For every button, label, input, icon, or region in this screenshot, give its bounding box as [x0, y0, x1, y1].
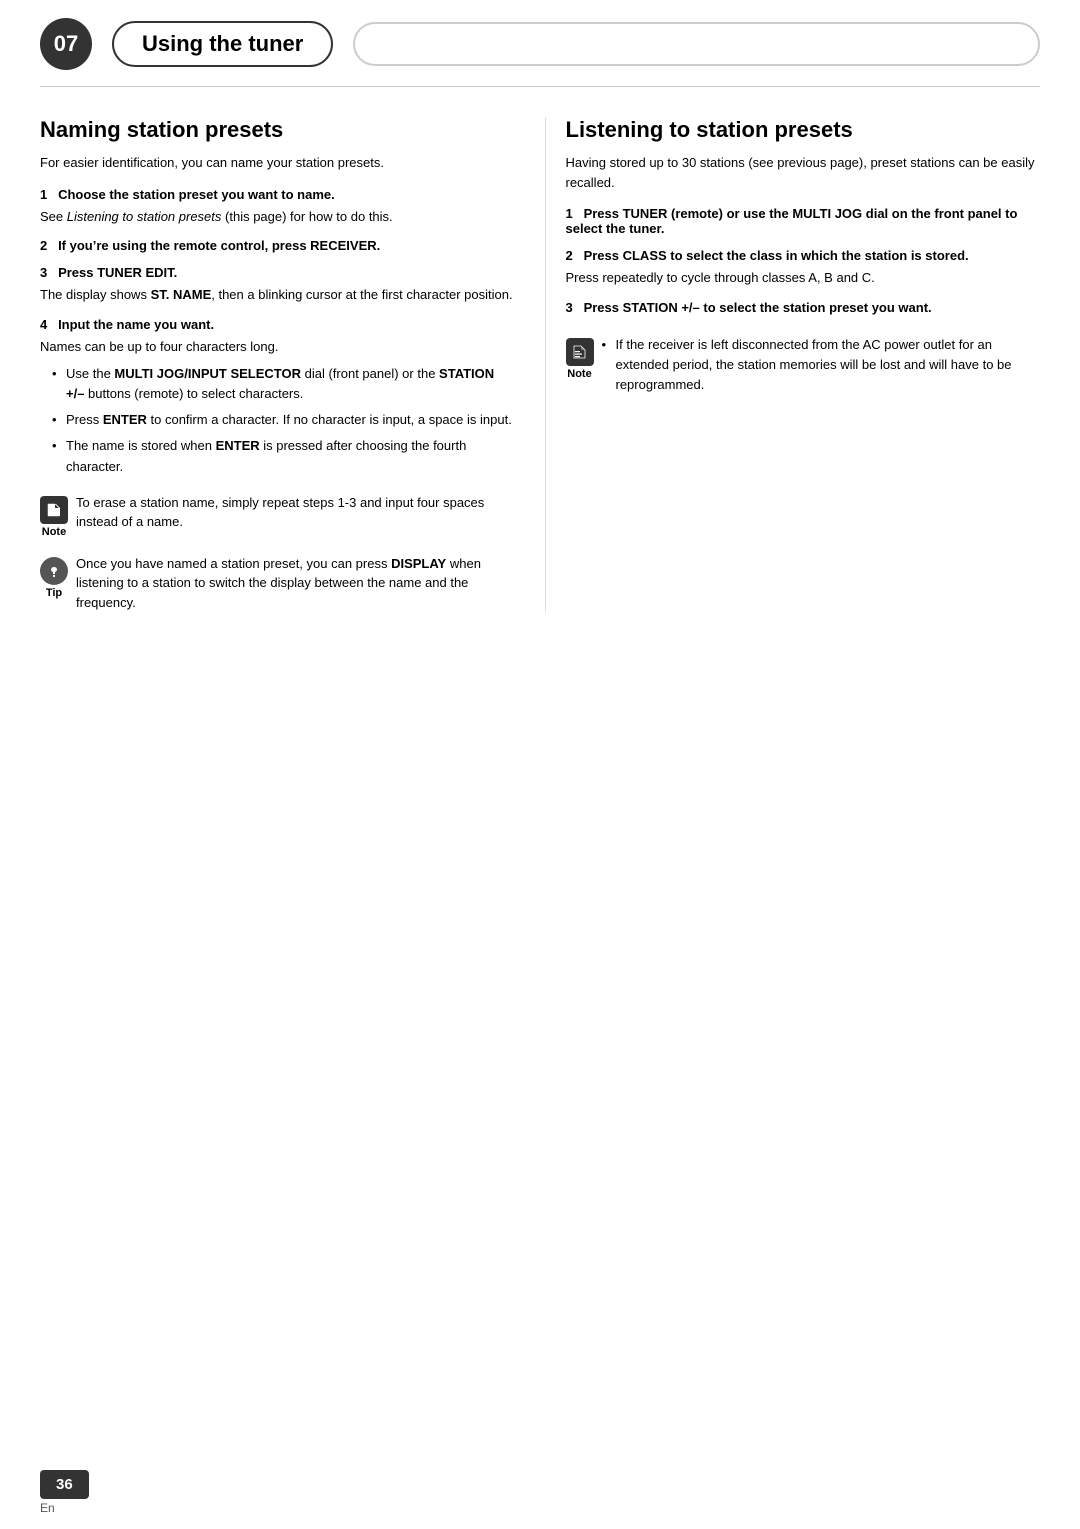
- left-tip-text: Once you have named a station preset, yo…: [76, 554, 515, 613]
- right-note-icon: [566, 338, 594, 366]
- left-note-text: To erase a station name, simply repeat s…: [76, 493, 515, 532]
- right-step-2-heading: 2 Press CLASS to select the class in whi…: [566, 248, 1041, 263]
- left-step-4-intro: Names can be up to four characters long.: [40, 337, 515, 357]
- left-step-4-heading: 4 Input the name you want.: [40, 317, 515, 332]
- left-bullet-1: Use the MULTI JOG/INPUT SELECTOR dial (f…: [52, 364, 515, 404]
- right-note-content: If the receiver is left disconnected fro…: [602, 335, 1041, 403]
- right-section-title: Listening to station presets: [566, 117, 1041, 143]
- right-step-2-body: Press repeatedly to cycle through classe…: [566, 268, 1041, 288]
- page-footer: 36: [0, 1470, 1080, 1499]
- right-step-1-heading: 1 Press TUNER (remote) or use the MULTI …: [566, 206, 1041, 236]
- content-area: Naming station presets For easier identi…: [0, 87, 1080, 612]
- left-step-3-heading: 3 Press TUNER EDIT.: [40, 265, 515, 280]
- chapter-number-badge: 07: [40, 18, 92, 70]
- left-section-title: Naming station presets: [40, 117, 515, 143]
- tip-icon: [40, 557, 68, 585]
- left-tip-content: Once you have named a station preset, yo…: [76, 554, 515, 613]
- note-icon: [40, 496, 68, 524]
- right-step-3-heading: 3 Press STATION +/– to select the statio…: [566, 300, 1041, 315]
- left-step-2-heading: 2 If you’re using the remote control, pr…: [40, 238, 515, 253]
- tip-label: Tip: [46, 587, 62, 599]
- footer-language: En: [40, 1501, 55, 1515]
- right-section-intro: Having stored up to 30 stations (see pre…: [566, 153, 1041, 192]
- left-step-1-heading: 1 Choose the station preset you want to …: [40, 187, 515, 202]
- right-note-box: Note If the receiver is left disconnecte…: [566, 335, 1041, 403]
- left-bullet-3: The name is stored when ENTER is pressed…: [52, 436, 515, 476]
- right-column: Listening to station presets Having stor…: [545, 117, 1041, 612]
- left-tip-box: Tip Once you have named a station preset…: [40, 554, 515, 613]
- right-note-bullet-1: If the receiver is left disconnected fro…: [602, 335, 1041, 395]
- left-step-3-body: The display shows ST. NAME, then a blink…: [40, 285, 515, 305]
- page-number: 36: [40, 1470, 89, 1499]
- header-right-pill: [353, 22, 1040, 66]
- left-note-content: To erase a station name, simply repeat s…: [76, 493, 515, 532]
- left-bullet-2: Press ENTER to confirm a character. If n…: [52, 410, 515, 430]
- left-step-1-body: See Listening to station presets (this p…: [40, 207, 515, 227]
- right-note-label: Note: [567, 368, 591, 380]
- left-bullet-list: Use the MULTI JOG/INPUT SELECTOR dial (f…: [40, 364, 515, 477]
- left-column: Naming station presets For easier identi…: [40, 117, 545, 612]
- page-container: 07 Using the tuner Naming station preset…: [0, 0, 1080, 1529]
- page-header: 07 Using the tuner: [0, 0, 1080, 80]
- right-note-bullets: If the receiver is left disconnected fro…: [602, 335, 1041, 395]
- left-section-intro: For easier identification, you can name …: [40, 153, 515, 173]
- left-note-box: Note To erase a station name, simply rep…: [40, 493, 515, 538]
- chapter-title: Using the tuner: [112, 21, 333, 67]
- note-label-left: Note: [42, 526, 66, 538]
